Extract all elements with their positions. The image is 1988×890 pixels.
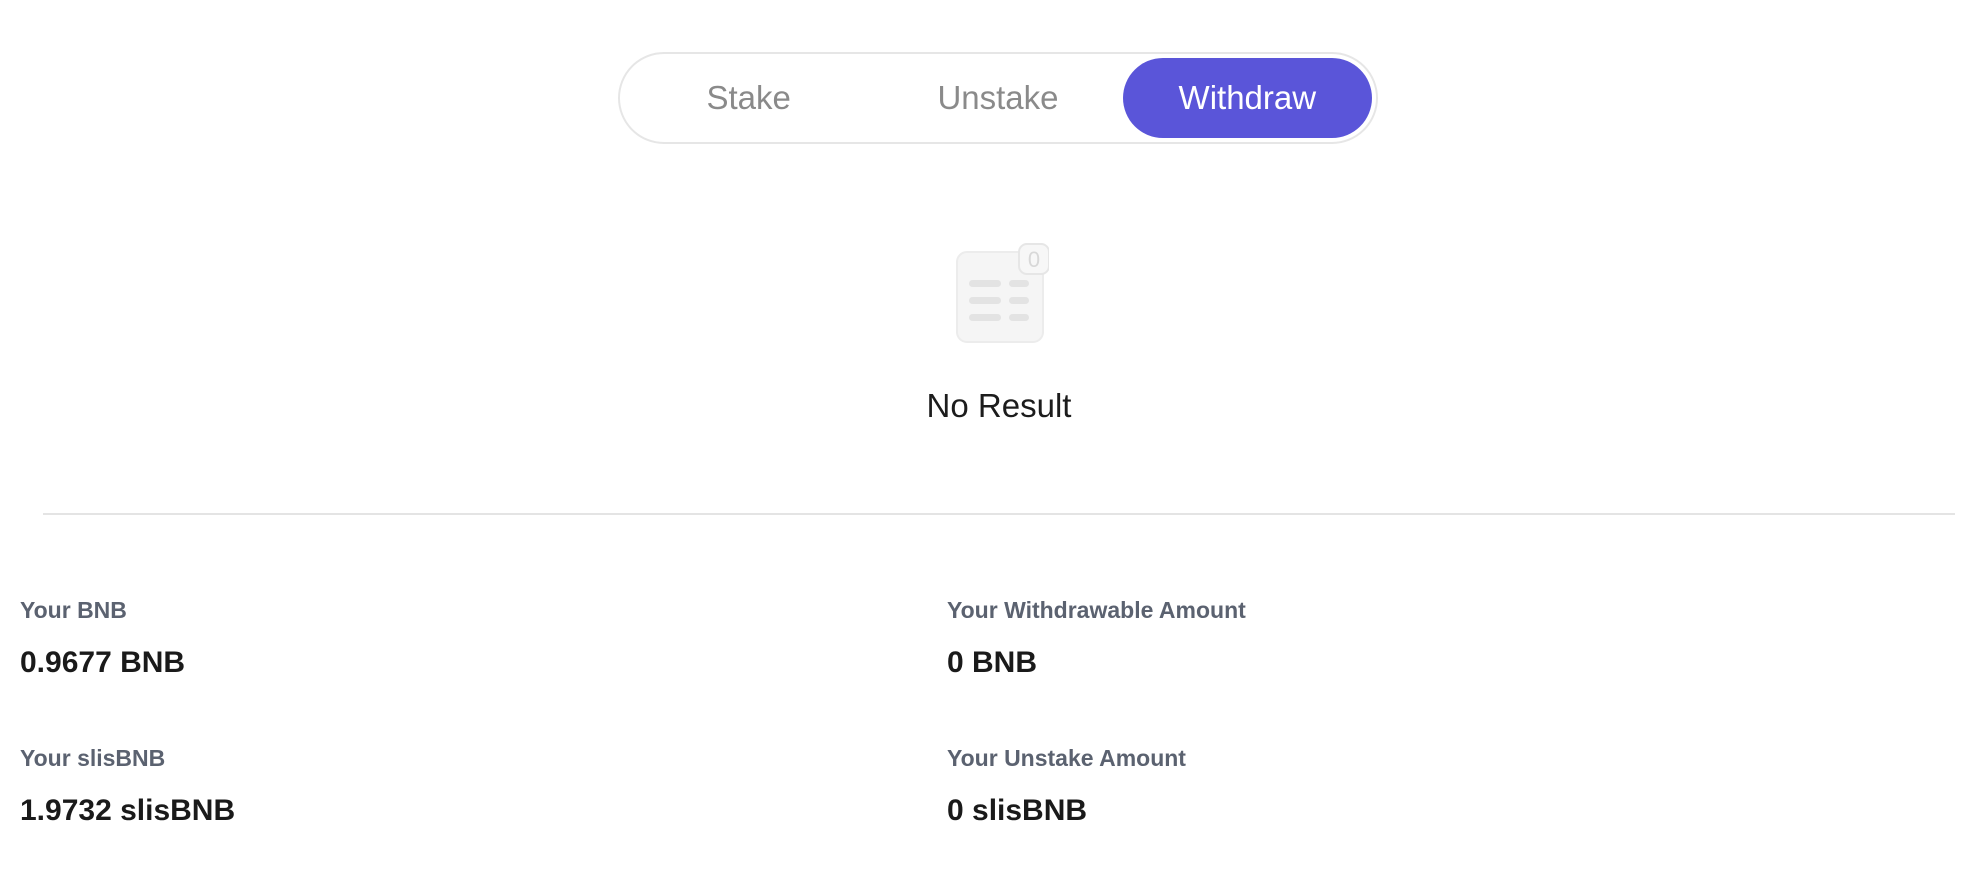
stat-value: 0.9677 BNB [20, 646, 186, 679]
tab-unstake[interactable]: Unstake [873, 58, 1122, 138]
tab-withdraw[interactable]: Withdraw [1122, 58, 1372, 138]
tab-stake[interactable]: Stake [624, 58, 873, 138]
stat-value: 1.9732 slisBNB [20, 794, 236, 827]
empty-state: 0 No Result [0, 240, 1988, 425]
stat-unstake-amount: Your Unstake Amount 0 slisBNB [947, 745, 1186, 828]
stake-mode-tabs: Stake Unstake Withdraw [618, 52, 1378, 144]
divider [43, 513, 1955, 515]
stat-withdrawable-amount: Your Withdrawable Amount 0 BNB [947, 597, 1246, 680]
empty-list-icon: 0 [949, 240, 1050, 350]
stat-label: Your Unstake Amount [947, 745, 1186, 771]
stat-label: Your BNB [20, 597, 127, 623]
empty-message: No Result [926, 387, 1072, 424]
stat-label: Your slisBNB [20, 745, 166, 771]
withdraw-panel: Stake Unstake Withdraw 0 No Result Your … [0, 0, 1988, 890]
stat-value: 0 slisBNB [947, 794, 1088, 827]
stat-your-slisbnb: Your slisBNB 1.9732 slisBNB [20, 745, 235, 828]
empty-badge: 0 [1028, 247, 1040, 272]
stat-value: 0 BNB [947, 646, 1038, 679]
stat-label: Your Withdrawable Amount [947, 597, 1246, 623]
stat-your-bnb: Your BNB 0.9677 BNB [20, 597, 185, 680]
